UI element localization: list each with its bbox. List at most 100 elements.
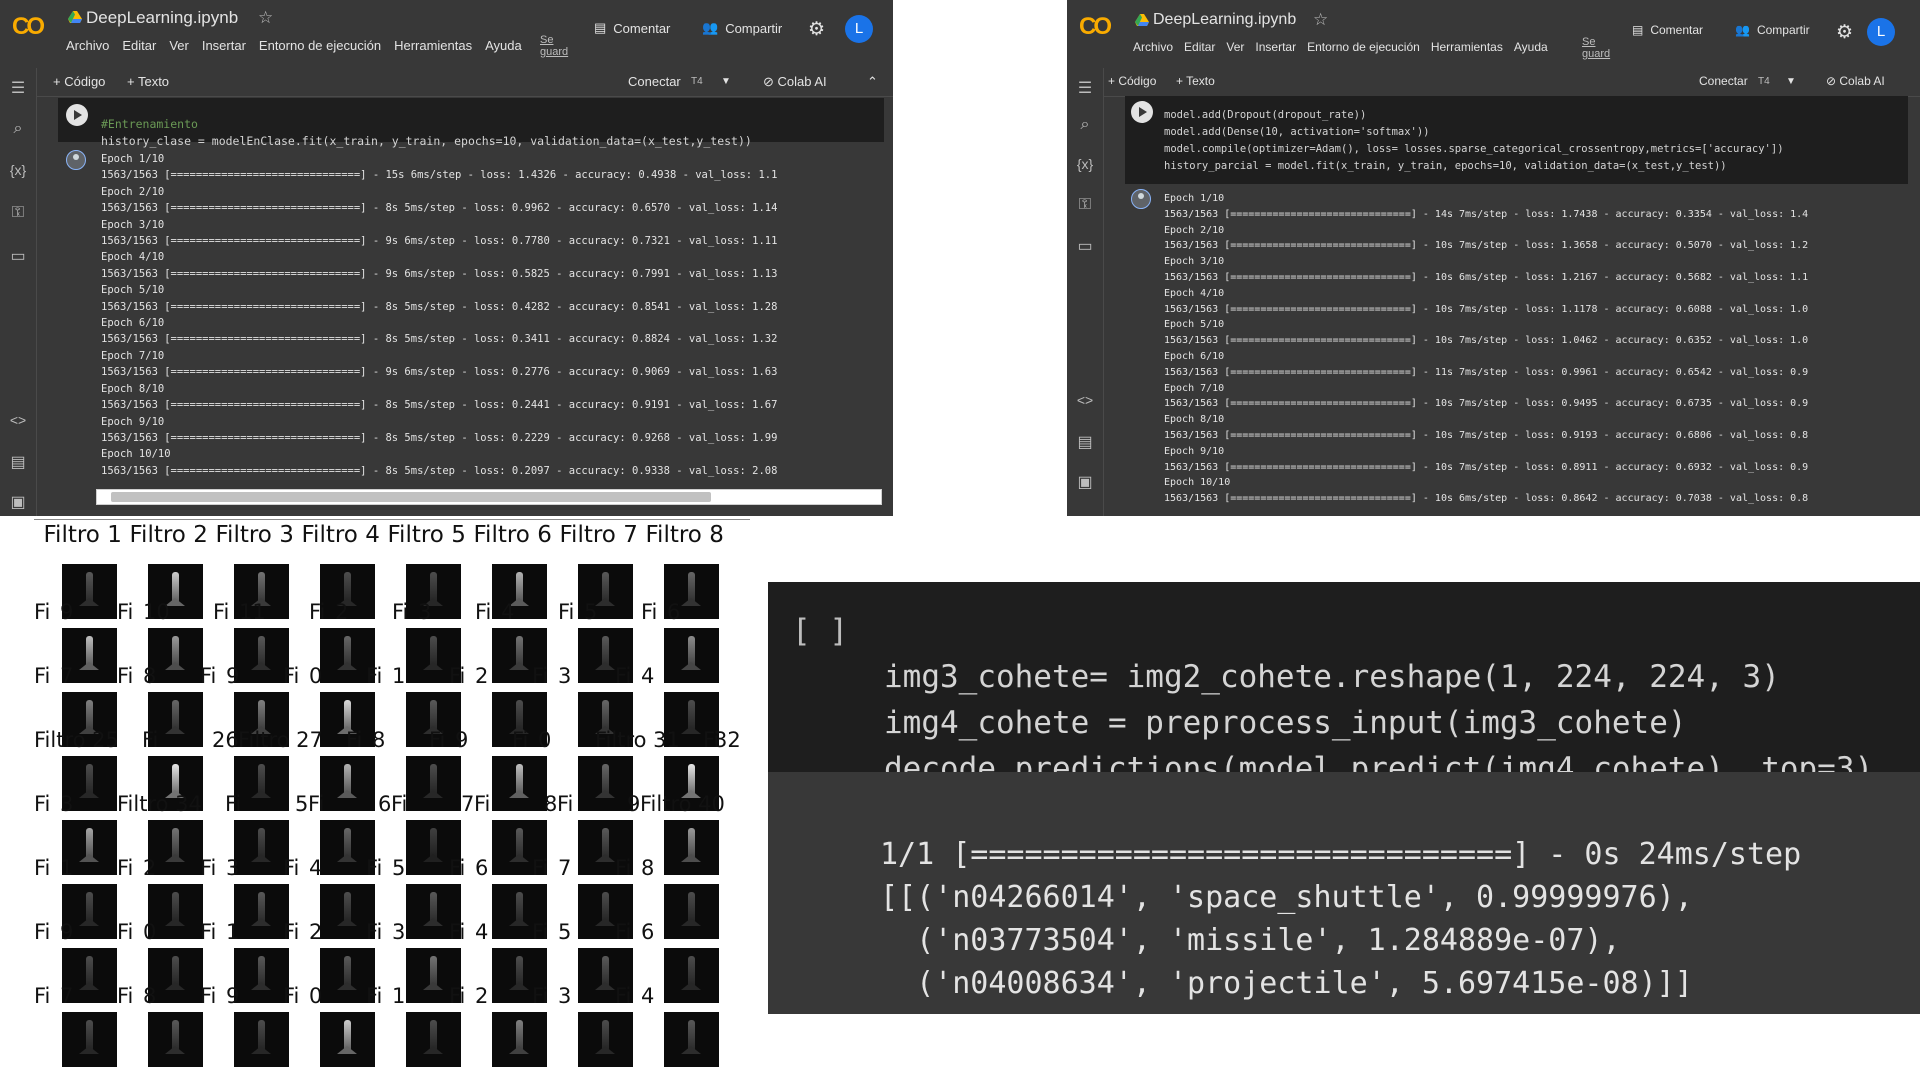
horizontal-scrollbar[interactable] (96, 489, 882, 505)
cell-code[interactable]: img3_cohete= img2_cohete.reshape(1, 224,… (884, 608, 1873, 792)
filter-grid-divider (34, 519, 750, 520)
key-icon[interactable]: ⚿ (1075, 196, 1095, 214)
share-button[interactable]: 👥 Compartir (1735, 23, 1810, 37)
folder-icon[interactable]: ▭ (8, 246, 28, 266)
avatar[interactable]: L (1867, 18, 1895, 46)
menu-editar[interactable]: Editar (1184, 40, 1215, 54)
saved-status[interactable]: Se guard (1582, 36, 1618, 60)
cell-code[interactable]: model.add(Dropout(dropout_rate)) model.a… (1164, 90, 1784, 175)
colab-window-right: CO DeepLearning.ipynb ☆ Archivo Editar V… (1067, 0, 1920, 516)
menu-ayuda[interactable]: Ayuda (1514, 40, 1548, 54)
menu-entorno[interactable]: Entorno de ejecución (259, 38, 381, 53)
chevron-down-icon[interactable]: ▼ (1786, 76, 1796, 87)
filter-label: 1 (60, 856, 74, 880)
key-icon[interactable]: ⚿ (8, 204, 28, 222)
search-icon[interactable]: ⌕ (8, 120, 28, 138)
variables-icon[interactable]: {x} (8, 162, 28, 178)
filter-image (664, 1012, 719, 1067)
input-cell[interactable]: [ ] img3_cohete= img2_cohete.reshape(1, … (768, 582, 1920, 787)
output-icon[interactable] (66, 150, 86, 170)
runtime-label: T4 (691, 76, 703, 87)
menu-insertar[interactable]: Insertar (1255, 40, 1296, 54)
comment-button[interactable]: ▤ Comentar (1632, 23, 1703, 37)
cell-prompt[interactable]: [ ] (792, 608, 848, 654)
add-code-button[interactable]: + Código (1108, 74, 1156, 88)
code-snippets-icon[interactable]: <> (1075, 392, 1095, 408)
run-cell-button[interactable] (66, 104, 88, 126)
rocket-wing (509, 982, 529, 990)
rocket-wing (79, 854, 99, 862)
avatar[interactable]: L (845, 15, 873, 43)
filter-label: Fi (346, 728, 363, 752)
colab-logo[interactable]: CO (1079, 13, 1112, 41)
star-icon[interactable]: ☆ (1313, 10, 1328, 30)
filter-label: Fi (366, 664, 383, 688)
cell-code[interactable]: #Entrenamiento history_clase = modelEnCl… (101, 99, 752, 150)
chevron-down-icon[interactable]: ▼ (721, 76, 731, 87)
comment-icon: ▤ (1632, 23, 1644, 37)
comment-button[interactable]: ▤ Comentar (594, 20, 670, 36)
menu-ver[interactable]: Ver (1226, 40, 1244, 54)
search-icon[interactable]: ⌕ (1075, 116, 1095, 134)
sidebar: ☰ ⌕ {x} ⚿ ▭ <> ▤ ▣ (1067, 68, 1104, 516)
colab-logo[interactable]: CO (12, 13, 45, 41)
filter-label: Fi (200, 664, 217, 688)
notebook-title[interactable]: DeepLearning.ipynb (86, 8, 238, 28)
filter-image (234, 820, 289, 875)
menu-archivo[interactable]: Archivo (1133, 40, 1173, 54)
filter-label: 5 (295, 792, 309, 816)
progress-line: 1563/1563 [=============================… (101, 300, 778, 313)
filter-label: 4 (641, 664, 655, 688)
saved-status[interactable]: Se guard (540, 34, 576, 58)
add-code-button[interactable]: + Código (53, 74, 105, 89)
toc-icon[interactable]: ☰ (8, 78, 28, 98)
menu-insertar[interactable]: Insertar (202, 38, 246, 53)
connect-button[interactable]: Conectar (628, 74, 681, 89)
filter-label: Fi (225, 792, 242, 816)
menu-archivo[interactable]: Archivo (66, 38, 109, 53)
rocket-wing (251, 982, 271, 990)
command-palette-icon[interactable]: ▤ (1075, 432, 1095, 452)
menu-ayuda[interactable]: Ayuda (485, 38, 522, 53)
add-text-button[interactable]: + Texto (1176, 74, 1215, 88)
scrollbar-thumb[interactable] (111, 492, 711, 502)
menu-herramientas[interactable]: Herramientas (394, 38, 472, 53)
gear-icon[interactable]: ⚙ (808, 18, 825, 41)
terminal-icon[interactable]: ▣ (8, 492, 28, 512)
variables-icon[interactable]: {x} (1075, 156, 1095, 172)
chevron-up-icon[interactable]: ⌃ (867, 74, 878, 90)
rocket-wing (79, 982, 99, 990)
colab-ai-button[interactable]: ⊘ Colab AI (763, 74, 827, 90)
menu-editar[interactable]: Editar (122, 38, 156, 53)
rocket-wing (681, 1046, 701, 1054)
star-icon[interactable]: ☆ (258, 8, 273, 28)
run-cell-button[interactable] (1131, 101, 1153, 123)
share-button[interactable]: 👥 Compartir (702, 20, 782, 36)
terminal-icon[interactable]: ▣ (1075, 472, 1095, 492)
progress-line: 1563/1563 [=============================… (101, 464, 778, 477)
menu-ver[interactable]: Ver (169, 38, 189, 53)
gear-icon[interactable]: ⚙ (1836, 21, 1853, 44)
filter-label: 8 (372, 728, 386, 752)
connect-button[interactable]: Conectar (1699, 74, 1748, 88)
menu-herramientas[interactable]: Herramientas (1431, 40, 1503, 54)
command-palette-icon[interactable]: ▤ (8, 452, 28, 472)
output-icon[interactable] (1131, 189, 1151, 209)
folder-icon[interactable]: ▭ (1075, 236, 1095, 256)
epoch-line: Epoch 4/10 (1164, 287, 1225, 299)
add-text-button[interactable]: + Texto (127, 74, 169, 89)
code-snippets-icon[interactable]: <> (8, 412, 28, 428)
toc-icon[interactable]: ☰ (1075, 78, 1095, 98)
filter-label: Fi (117, 856, 134, 880)
output-line: [[('n04266014', 'space_shuttle', 0.99999… (880, 880, 1693, 915)
filter-label: 26 (212, 728, 239, 752)
filter-label: 0 (538, 728, 552, 752)
rocket-wing (165, 982, 185, 990)
notebook-title[interactable]: DeepLearning.ipynb (1153, 11, 1296, 29)
rocket-wing (595, 790, 615, 798)
menu-entorno[interactable]: Entorno de ejecución (1307, 40, 1420, 54)
menu-bar: Archivo Editar Ver Insertar Entorno de e… (1133, 40, 1548, 54)
colab-ai-button[interactable]: ⊘ Colab AI (1826, 74, 1885, 88)
filter-label: 4 (475, 920, 489, 944)
filter-label: Fi (391, 792, 408, 816)
